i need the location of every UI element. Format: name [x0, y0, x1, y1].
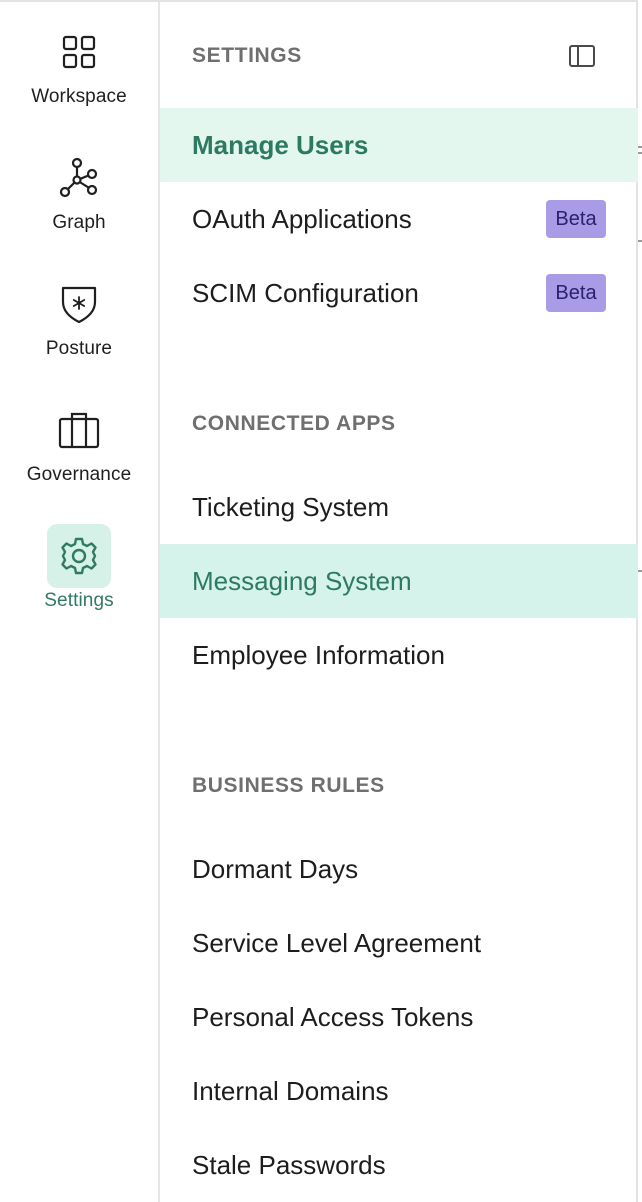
section-title-settings: SETTINGS — [192, 44, 302, 67]
rail-label-posture: Posture — [45, 338, 113, 359]
gear-icon — [47, 524, 111, 588]
rail-item-graph[interactable]: Graph — [0, 146, 158, 234]
rail-label-graph: Graph — [52, 212, 106, 233]
rail-item-governance[interactable]: Governance — [0, 398, 158, 486]
menu-item-label: Manage Users — [192, 129, 369, 160]
menu-item-label: Employee Information — [192, 639, 445, 670]
background-edge-mark — [638, 146, 642, 148]
menu-item-stale-passwords[interactable]: Stale Passwords — [160, 1128, 638, 1202]
menu-item-ticketing-system[interactable]: Ticketing System — [160, 470, 638, 544]
menu-item-employee-information[interactable]: Employee Information — [160, 618, 638, 692]
rail-label-settings: Settings — [44, 590, 114, 611]
briefcase-icon — [47, 398, 111, 462]
menu-item-label: Ticketing System — [192, 491, 389, 522]
rail-item-settings[interactable]: Settings — [0, 524, 158, 612]
rail-item-posture[interactable]: Posture — [0, 272, 158, 360]
menu-item-service-level-agreement[interactable]: Service Level Agreement — [160, 906, 638, 980]
menu-item-internal-domains[interactable]: Internal Domains — [160, 1054, 638, 1128]
menu-item-dormant-days[interactable]: Dormant Days — [160, 832, 638, 906]
menu-item-scim-configuration[interactable]: SCIM Configuration Beta — [160, 256, 638, 330]
rail-label-governance: Governance — [26, 464, 132, 485]
rail-item-workspace[interactable]: Workspace — [0, 20, 158, 108]
background-edge-mark — [638, 240, 642, 242]
menu-item-oauth-applications[interactable]: OAuth Applications Beta — [160, 182, 638, 256]
menu-item-label: Service Level Agreement — [192, 927, 482, 958]
menu-item-label: Stale Passwords — [192, 1149, 386, 1180]
shield-star-icon — [47, 272, 111, 336]
menu-item-label: Internal Domains — [192, 1075, 389, 1106]
settings-panel: SETTINGS Manage Users OAuth Applications… — [160, 2, 638, 1202]
nav-rail: Workspace Graph Posture Governance Setti… — [0, 2, 160, 1202]
background-edge-mark — [638, 570, 642, 572]
background-edge-mark — [638, 152, 642, 154]
menu-item-label: OAuth Applications — [192, 203, 412, 234]
menu-item-label: Dormant Days — [192, 853, 359, 884]
sidebar-toggle-icon — [569, 45, 595, 67]
section-title-business-rules: BUSINESS RULES — [192, 774, 385, 797]
menu-item-personal-access-tokens[interactable]: Personal Access Tokens — [160, 980, 638, 1054]
app-frame: Workspace Graph Posture Governance Setti… — [0, 0, 638, 1202]
beta-badge: Beta — [546, 200, 606, 238]
section-title-connected-apps: CONNECTED APPS — [192, 412, 396, 435]
rail-label-workspace: Workspace — [31, 86, 127, 107]
menu-item-label: Messaging System — [192, 565, 412, 596]
menu-item-manage-users[interactable]: Manage Users — [160, 108, 638, 182]
menu-item-label: SCIM Configuration — [192, 277, 419, 308]
collapse-sidebar-button[interactable] — [568, 44, 596, 68]
menu-item-messaging-system[interactable]: Messaging System — [160, 544, 638, 618]
menu-item-label: Personal Access Tokens — [192, 1001, 474, 1032]
grid-icon — [47, 20, 111, 84]
beta-badge: Beta — [546, 274, 606, 312]
graph-icon — [47, 146, 111, 210]
